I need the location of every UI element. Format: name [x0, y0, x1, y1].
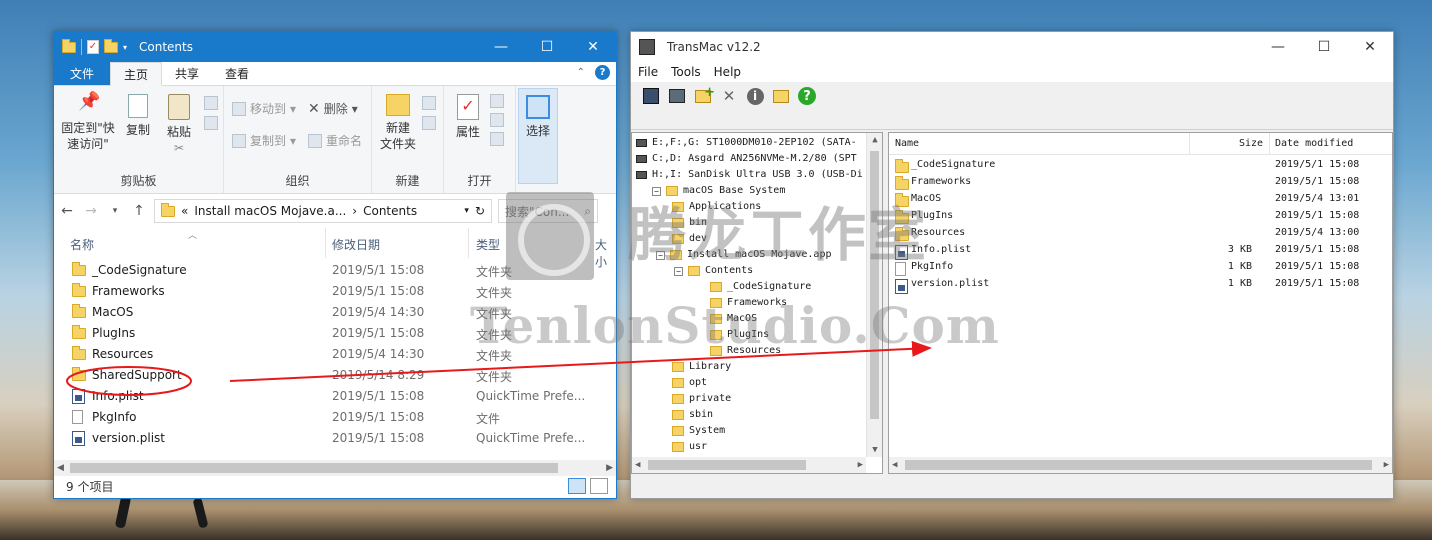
highlight-ellipse: [66, 366, 192, 396]
annotation-layer: [66, 340, 932, 396]
annotation-arrow: [229, 340, 932, 382]
